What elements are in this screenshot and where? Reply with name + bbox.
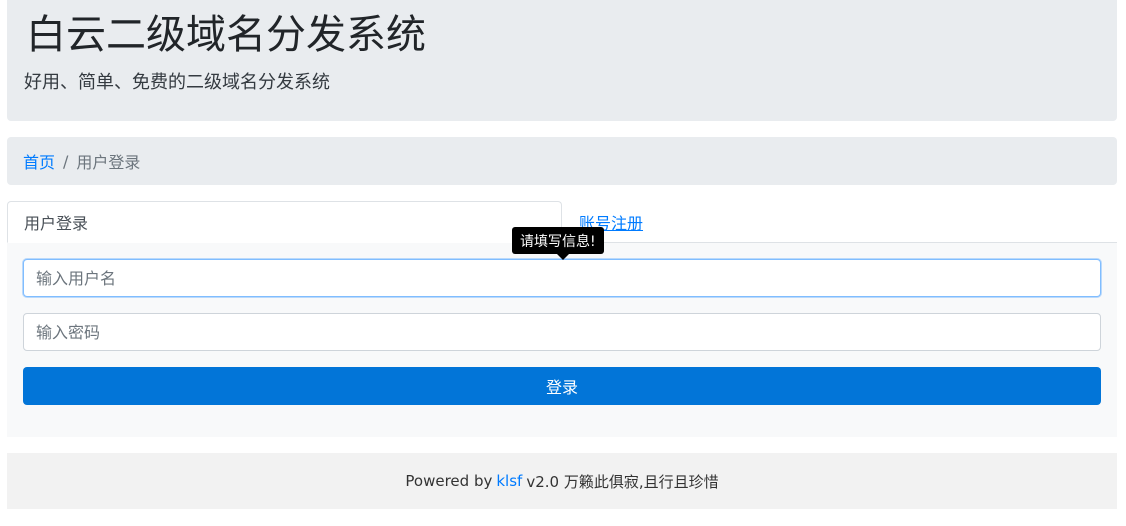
tab-login[interactable]: 用户登录	[7, 201, 562, 243]
footer-suffix: v2.0 万籁此俱寂,且行且珍惜	[526, 472, 719, 491]
breadcrumb-current: 用户登录	[76, 153, 141, 172]
validation-tooltip: 请填写信息!	[512, 227, 604, 260]
header-jumbotron: 白云二级域名分发系统 好用、简单、免费的二级域名分发系统	[7, 0, 1117, 121]
login-form: 登录	[7, 243, 1117, 437]
validation-tooltip-text: 请填写信息!	[520, 233, 596, 250]
page-title: 白云二级域名分发系统	[26, 12, 426, 58]
footer-author-link[interactable]: klsf	[492, 472, 526, 490]
breadcrumb: 首页 / 用户登录	[7, 137, 1117, 185]
breadcrumb-home-link[interactable]: 首页	[23, 149, 55, 173]
breadcrumb-separator: /	[63, 151, 69, 171]
tooltip-arrow	[557, 254, 569, 260]
password-input[interactable]	[23, 313, 1101, 351]
login-button[interactable]: 登录	[23, 367, 1101, 405]
footer: Powered by klsf v2.0 万籁此俱寂,且行且珍惜	[7, 453, 1117, 509]
footer-prefix: Powered by	[405, 472, 493, 490]
page-subtitle: 好用、简单、免费的二级域名分发系统	[24, 72, 330, 93]
username-input[interactable]	[23, 259, 1101, 297]
